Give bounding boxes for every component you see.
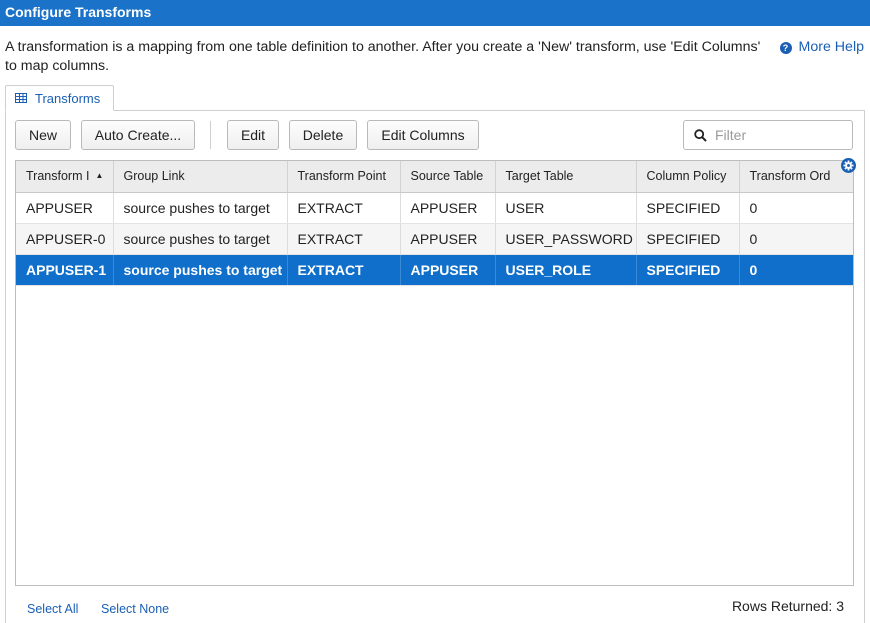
new-button[interactable]: New	[15, 120, 71, 150]
cell-transform-point: EXTRACT	[287, 254, 401, 286]
rows-returned-count: Rows Returned: 3	[731, 598, 844, 614]
toolbar-divider	[210, 121, 211, 149]
sort-ascending-icon: ▲	[95, 171, 104, 181]
cell-group-link: source pushes to target	[113, 254, 288, 286]
cell-group-link: source pushes to target	[113, 223, 288, 255]
gear-icon	[843, 160, 854, 171]
column-header-transform-id[interactable]: Transform I ▲	[16, 161, 114, 193]
cell-source-table: APPUSER	[400, 192, 496, 224]
search-icon	[694, 128, 707, 142]
cell-group-link: source pushes to target	[113, 192, 288, 224]
help-icon: ?	[779, 41, 792, 54]
cell-target-table: USER	[495, 192, 637, 224]
column-header-source-table[interactable]: Source Table	[400, 161, 496, 193]
select-all-link[interactable]: Select All	[27, 602, 78, 616]
column-header-target-table[interactable]: Target Table	[495, 161, 637, 193]
select-none-link[interactable]: Select None	[101, 602, 169, 616]
cell-column-policy: SPECIFIED	[636, 192, 740, 224]
cell-transform-order: 0	[739, 192, 853, 224]
auto-create-button[interactable]: Auto Create...	[81, 120, 195, 150]
cell-transform-point: EXTRACT	[287, 192, 401, 224]
more-help-link[interactable]: ? More Help	[779, 38, 864, 57]
cell-column-policy: SPECIFIED	[636, 254, 740, 286]
edit-columns-button[interactable]: Edit Columns	[367, 120, 479, 150]
cell-transform-order: 0	[739, 254, 853, 286]
table-icon	[15, 93, 27, 103]
table-row-selected[interactable]: APPUSER-1 source pushes to target EXTRAC…	[16, 254, 853, 286]
tab-transforms[interactable]: Transforms	[5, 85, 114, 111]
column-header-transform-point[interactable]: Transform Point	[287, 161, 401, 193]
more-help-label: More Help	[798, 39, 864, 55]
cell-transform-id: APPUSER-1	[16, 254, 114, 286]
cell-transform-point: EXTRACT	[287, 223, 401, 255]
tab-label: Transforms	[35, 90, 101, 106]
cell-target-table: USER_ROLE	[495, 254, 637, 286]
column-settings-gear-icon[interactable]	[841, 158, 856, 173]
filter-box[interactable]	[683, 120, 853, 150]
cell-transform-id: APPUSER-0	[16, 223, 114, 255]
cell-source-table: APPUSER	[400, 254, 496, 286]
table-row[interactable]: APPUSER source pushes to target EXTRACT …	[16, 192, 853, 224]
edit-button[interactable]: Edit	[227, 120, 279, 150]
column-header-transform-order[interactable]: Transform Ord	[739, 161, 853, 193]
cell-column-policy: SPECIFIED	[636, 223, 740, 255]
window-title: Configure Transforms	[0, 0, 870, 26]
cell-transform-id: APPUSER	[16, 192, 114, 224]
description-text: A transformation is a mapping from one t…	[5, 39, 761, 74]
column-header-column-policy[interactable]: Column Policy	[636, 161, 740, 193]
column-header-group-link[interactable]: Group Link	[113, 161, 288, 193]
transforms-table: Transform I ▲ Group Link Transform Point …	[16, 161, 853, 286]
header-row: Transform I ▲ Group Link Transform Point …	[16, 161, 853, 193]
cell-transform-order: 0	[739, 223, 853, 255]
filter-input[interactable]	[715, 127, 845, 143]
cell-target-table: USER_PASSWORD	[495, 223, 637, 255]
table-row[interactable]: APPUSER-0 source pushes to target EXTRAC…	[16, 223, 853, 255]
transforms-grid: Transform I ▲ Group Link Transform Point …	[15, 160, 854, 586]
cell-source-table: APPUSER	[400, 223, 496, 255]
delete-button[interactable]: Delete	[289, 120, 357, 150]
